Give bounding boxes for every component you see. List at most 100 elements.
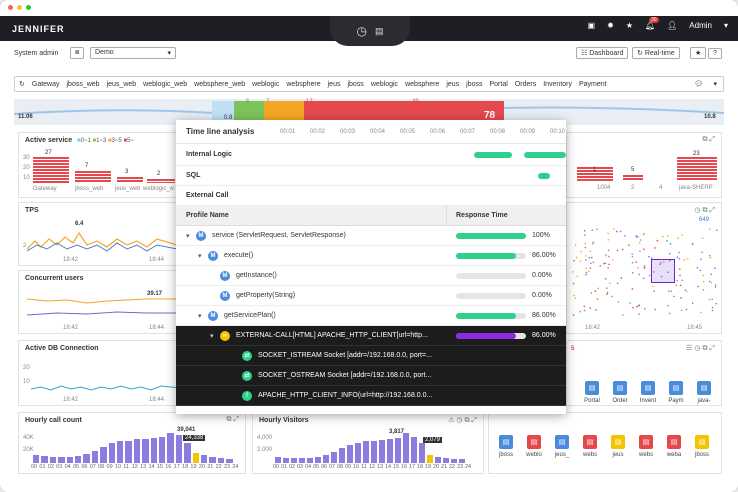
scatter-point[interactable] <box>668 312 671 315</box>
hour-bar[interactable] <box>66 457 73 463</box>
scatter-point[interactable] <box>678 268 681 270</box>
screen-icon[interactable]: ▤ <box>375 26 384 37</box>
scatter-point[interactable] <box>584 255 587 257</box>
hour-bar[interactable] <box>83 454 90 463</box>
scatter-point[interactable] <box>670 290 672 293</box>
scatter-point[interactable] <box>686 258 689 260</box>
selection-box[interactable] <box>651 259 675 283</box>
bar-2[interactable] <box>623 175 643 181</box>
hour-bar[interactable] <box>379 440 385 463</box>
scatter-point[interactable] <box>592 261 595 264</box>
scatter-point[interactable] <box>639 239 642 241</box>
scatter-point[interactable] <box>585 267 587 270</box>
scatter-point[interactable] <box>591 242 594 245</box>
hierarchy-icon[interactable]: ⧈ <box>70 47 85 59</box>
scatter-point[interactable] <box>573 294 576 297</box>
instance-item[interactable]: weblogic <box>371 81 398 88</box>
scatter-point[interactable] <box>643 267 646 269</box>
scatter-point[interactable] <box>648 255 650 258</box>
scatter-point[interactable] <box>611 259 614 261</box>
scatter-point[interactable] <box>631 253 633 255</box>
scatter-point[interactable] <box>685 290 688 293</box>
hour-bar[interactable] <box>201 455 208 463</box>
document-icon[interactable]: ▣ <box>588 21 596 30</box>
scatter-point[interactable] <box>676 256 679 258</box>
scatter-point[interactable] <box>711 298 713 301</box>
scatter-point[interactable] <box>635 234 638 237</box>
scatter-point[interactable] <box>656 239 659 242</box>
hour-bar[interactable] <box>150 438 157 463</box>
scatter-point[interactable] <box>589 307 592 309</box>
chevron-down-icon[interactable]: ▾ <box>713 80 717 88</box>
instance-item[interactable]: jboss_web <box>67 81 100 88</box>
scatter-point[interactable] <box>599 265 602 267</box>
scatter-point[interactable] <box>590 262 592 265</box>
scatter-point[interactable] <box>676 279 679 282</box>
scatter-point[interactable] <box>583 230 586 232</box>
profile-row[interactable]: MgetInstance() 0.00% <box>176 266 566 286</box>
panel-tools[interactable]: ⚠ ◷ ⧉ ⤢ <box>448 416 477 425</box>
scatter-point[interactable] <box>615 230 618 233</box>
panel-tools[interactable]: ☰ ◷ ⧉ ⤢ <box>686 344 715 353</box>
scatter-point[interactable] <box>708 228 711 230</box>
scatter-point[interactable] <box>617 301 620 303</box>
hour-bar[interactable] <box>283 458 289 463</box>
scatter-point[interactable] <box>613 228 615 230</box>
scatter-point[interactable] <box>576 275 578 278</box>
scatter-point[interactable] <box>710 281 713 284</box>
scatter-point[interactable] <box>691 302 694 305</box>
hour-bar[interactable] <box>58 457 65 463</box>
hour-bar[interactable] <box>331 452 337 463</box>
hour-bar[interactable] <box>184 443 191 463</box>
help-button[interactable]: ? <box>708 47 722 59</box>
internal-bar-2[interactable] <box>524 152 566 158</box>
hour-bar[interactable] <box>91 451 99 463</box>
instance-item[interactable]: Payment <box>579 81 607 88</box>
scatter-point[interactable] <box>629 302 631 304</box>
app-icon[interactable]: ▤ <box>669 381 683 395</box>
scatter-point[interactable] <box>604 262 606 265</box>
hour-bar[interactable] <box>411 437 417 463</box>
app-icon[interactable]: ▤ <box>697 381 711 395</box>
profile-row[interactable]: MgetProperty(String) 0.00% <box>176 286 566 306</box>
app-icon[interactable]: ▤ <box>555 435 569 449</box>
timeline-row-internal[interactable]: Internal Logic <box>176 144 566 166</box>
profile-row[interactable]: ▾ Mexecute() 86.00% <box>176 246 566 266</box>
scatter-point[interactable] <box>589 267 592 269</box>
bar-jeus[interactable] <box>117 177 143 183</box>
user-name[interactable]: Admin <box>689 21 712 30</box>
expand-icon[interactable]: ▾ <box>210 332 220 340</box>
scatter-point[interactable] <box>590 292 593 294</box>
scatter-point[interactable] <box>607 232 609 235</box>
scatter-point[interactable] <box>652 285 654 288</box>
hour-bar[interactable] <box>323 455 329 463</box>
scatter-point[interactable] <box>631 255 634 258</box>
hour-bar[interactable] <box>291 458 297 463</box>
app-icon[interactable]: ▤ <box>667 435 681 449</box>
scatter-point[interactable] <box>611 295 613 298</box>
hour-bar[interactable] <box>49 457 57 463</box>
scatter-point[interactable] <box>701 237 704 240</box>
bar-java[interactable] <box>677 157 717 181</box>
scatter-point[interactable] <box>714 286 717 288</box>
hour-bar[interactable] <box>435 457 441 463</box>
app-icon[interactable]: ▤ <box>499 435 513 449</box>
profile-row[interactable]: ▾ Mservice (ServletRequest, ServletRespon… <box>176 226 566 246</box>
scatter-point[interactable] <box>608 263 610 266</box>
scatter-point[interactable] <box>623 234 626 237</box>
scatter-point[interactable] <box>675 284 678 287</box>
hour-bar[interactable] <box>443 458 449 463</box>
instance-item[interactable]: jboss <box>347 81 363 88</box>
scatter-point[interactable] <box>667 304 669 307</box>
scatter-point[interactable] <box>606 291 609 294</box>
scatter-point[interactable] <box>587 270 590 272</box>
expand-icon[interactable]: ▾ <box>186 232 196 240</box>
app-icon[interactable]: ▤ <box>585 381 599 395</box>
hour-bar[interactable] <box>226 459 233 463</box>
scatter-point[interactable] <box>605 254 607 257</box>
chat-icon[interactable]: 💬︎ <box>694 80 703 88</box>
profile-row[interactable]: ⇄ SOCKET_ISTREAM Socket [addr=/192.168.0.… <box>176 346 566 366</box>
app-icon[interactable]: ▤ <box>613 381 627 395</box>
scatter-point[interactable] <box>714 284 717 286</box>
instance-item[interactable]: websphere <box>286 81 320 88</box>
